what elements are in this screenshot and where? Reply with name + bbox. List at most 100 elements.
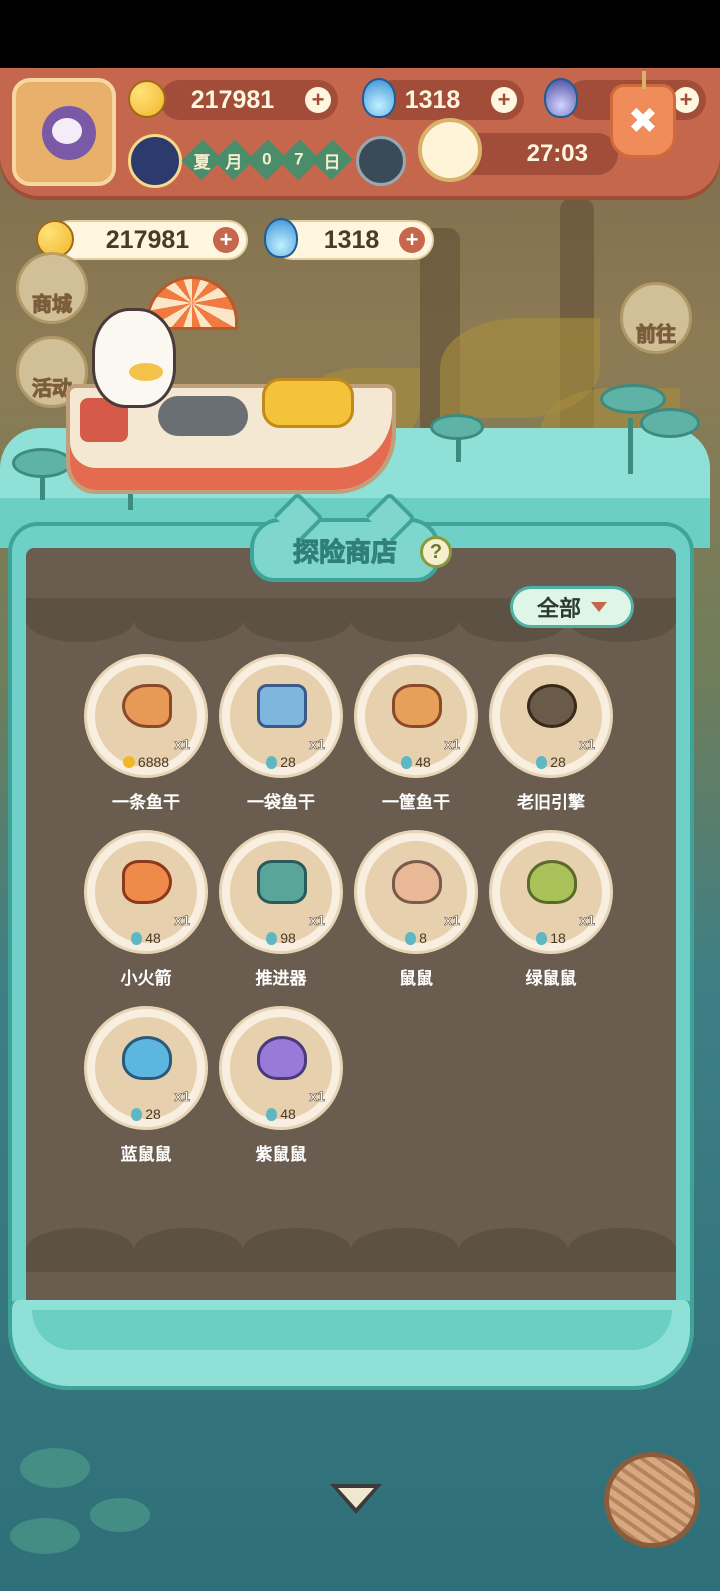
lily-pad	[20, 1448, 90, 1488]
duck-merchant	[92, 308, 176, 408]
item-quantity: x1	[309, 912, 325, 929]
lily-stem	[628, 418, 633, 474]
shop-item[interactable]: x1 28 老旧引擎	[489, 654, 613, 812]
timer-value: 27:03	[526, 140, 588, 167]
item-quantity: x1	[309, 736, 325, 753]
shop-item[interactable]: x1 48 紫鼠鼠	[219, 1006, 343, 1164]
lily-pad	[640, 408, 700, 438]
item-quantity: x1	[174, 1088, 190, 1105]
blue-flame-icon	[131, 1107, 143, 1121]
lily-pad	[430, 414, 484, 440]
date-char: 日	[323, 152, 341, 172]
item-quantity: x1	[579, 912, 595, 929]
item-price-value: 6888	[137, 754, 170, 770]
thruster-icon	[257, 860, 307, 904]
collapse-arrow-button[interactable]	[330, 1484, 382, 1514]
engine-icon	[527, 684, 577, 728]
fish-bag-icon	[257, 684, 307, 728]
item-price: 48	[354, 754, 478, 770]
banana-icon	[128, 80, 166, 118]
item-price-value: 48	[415, 754, 431, 770]
item-price: 28	[84, 1106, 208, 1122]
item-price-value: 8	[419, 930, 427, 946]
shop-title-tab: 探险商店	[250, 518, 440, 582]
blue-flame-currency-pill: 1318 +	[374, 80, 524, 120]
shop-item[interactable]: x1 48 小火箭	[84, 830, 208, 988]
go-side-button[interactable]: 前往	[620, 282, 692, 354]
blue-flame-icon	[131, 931, 143, 945]
item-quantity: x1	[309, 1088, 325, 1105]
item-quantity: x1	[579, 736, 595, 753]
shop-item-grid: x1 6888 一条鱼干 x1 28 一袋鱼干 x1 48 一筐鱼干 x1 28 老旧引擎 x1 48 小火…	[84, 654, 624, 1164]
item-price-value: 18	[550, 930, 566, 946]
shop-item[interactable]: x1 8 鼠鼠	[354, 830, 478, 988]
item-price: 98	[219, 930, 343, 946]
panel-bottom-lip	[8, 1300, 694, 1390]
shop-item[interactable]: x1 28 蓝鼠鼠	[84, 1006, 208, 1164]
help-button[interactable]: ?	[420, 536, 452, 568]
purple-mouse-icon	[257, 1036, 307, 1080]
fish-basket-icon	[392, 684, 442, 728]
item-price-value: 48	[280, 1106, 296, 1122]
go-side-label: 前往	[636, 324, 677, 347]
shop-side-label: 商城	[32, 294, 73, 317]
wallet-add-flame-button[interactable]: +	[399, 227, 425, 253]
lily-pad	[10, 1518, 80, 1554]
player-avatar[interactable]	[12, 78, 116, 186]
blue-flame-icon	[405, 931, 417, 945]
shop-item[interactable]: x1 18 绿鼠鼠	[489, 830, 613, 988]
season-clock-icon	[128, 134, 182, 188]
banana-icon	[122, 756, 135, 768]
item-price-value: 48	[145, 930, 161, 946]
blue-flame-icon	[266, 1107, 278, 1121]
wallet-add-banana-button[interactable]: +	[213, 227, 239, 253]
filter-label: 全部	[536, 596, 581, 621]
date-char: 月	[226, 152, 244, 172]
item-quantity: x1	[174, 912, 190, 929]
item-price: 28	[219, 754, 343, 770]
date-char: 0	[262, 150, 272, 169]
green-mouse-icon	[527, 860, 577, 904]
yarn-ball-button[interactable]	[604, 1452, 700, 1548]
wallet-banana-count: 217981	[105, 225, 190, 254]
add-banana-button[interactable]: +	[305, 87, 331, 113]
shop-side-button[interactable]: 商城	[16, 252, 88, 324]
shop-item[interactable]: x1 6888 一条鱼干	[84, 654, 208, 812]
banana-currency-pill: 217981 +	[160, 80, 338, 120]
shop-item[interactable]: x1 28 一袋鱼干	[219, 654, 343, 812]
lily-pad	[90, 1498, 150, 1532]
lily-pad	[12, 448, 72, 478]
wallet-banana-pill: 217981 +	[50, 220, 248, 260]
item-price: 28	[489, 754, 613, 770]
item-price-value: 28	[550, 754, 566, 770]
item-name: 绿鼠鼠	[525, 969, 577, 988]
avatar-face-detail	[52, 118, 82, 144]
blue-flame-icon	[264, 218, 298, 258]
duck-timer-icon[interactable]	[418, 118, 482, 182]
filter-dropdown[interactable]: 全部	[510, 586, 634, 628]
shop-item[interactable]: x1 48 一筐鱼干	[354, 654, 478, 812]
add-dark-flame-button[interactable]: +	[673, 87, 699, 113]
close-button[interactable]: ✖	[610, 71, 676, 158]
shop-item[interactable]: x1 98 推进器	[219, 830, 343, 988]
cargo-gold	[262, 378, 354, 428]
item-quantity: x1	[444, 736, 460, 753]
item-quantity: x1	[174, 736, 190, 753]
blue-flame-icon	[266, 755, 278, 769]
dark-flame-icon	[544, 78, 578, 118]
blue-mouse-icon	[122, 1036, 172, 1080]
fish-icon	[122, 684, 172, 728]
item-price: 48	[219, 1106, 343, 1122]
add-blue-flame-button[interactable]: +	[491, 87, 517, 113]
blue-flame-icon	[401, 755, 413, 769]
item-price: 18	[489, 930, 613, 946]
item-price-value: 28	[280, 754, 296, 770]
panel-scallop-bottom	[26, 1228, 676, 1272]
chevron-down-icon	[591, 602, 607, 612]
banana-count: 217981	[190, 85, 275, 114]
item-quantity: x1	[444, 912, 460, 929]
rocket-icon	[122, 860, 172, 904]
item-price-value: 98	[280, 930, 296, 946]
item-price-value: 28	[145, 1106, 161, 1122]
item-price: 48	[84, 930, 208, 946]
